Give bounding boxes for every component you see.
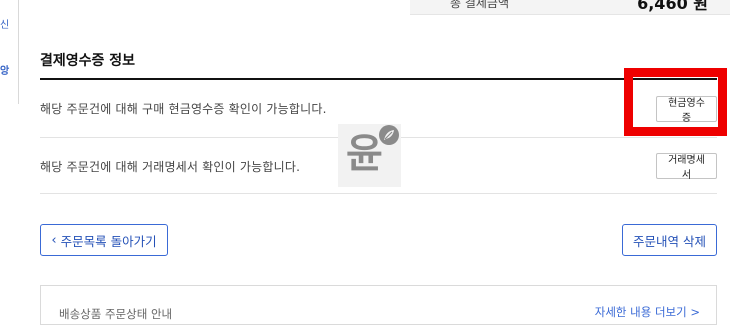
shipping-status-info: 배송상품 주문상태 안내 자세한 내용 더보기 > xyxy=(40,285,717,325)
total-label: 총 결제금액 xyxy=(450,0,510,10)
info-title: 배송상품 주문상태 안내 xyxy=(59,307,173,321)
highlight-box xyxy=(624,68,727,136)
statement-text: 해당 주문건에 대해 거래명세서 확인이 가능합니다. xyxy=(40,160,301,174)
back-to-order-list-button[interactable]: ‹ 주문목록 돌아가기 xyxy=(40,224,168,256)
back-button-label: 주문목록 돌아가기 xyxy=(60,233,157,249)
section-title: 결제영수증 정보 xyxy=(40,53,136,69)
info-more-link[interactable]: 자세한 내용 더보기 > xyxy=(595,304,700,320)
row-divider xyxy=(40,193,717,194)
section-divider xyxy=(40,78,717,80)
watermark: 윤 xyxy=(338,124,401,187)
delete-order-button[interactable]: 주문내역 삭제 xyxy=(622,224,717,256)
total-amount: 6,460 원 xyxy=(637,0,708,13)
cash-receipt-text: 해당 주문건에 대해 구매 현금영수증 확인이 가능합니다. xyxy=(40,102,327,116)
leaf-icon xyxy=(379,125,399,145)
transaction-statement-button[interactable]: 거래명세서 xyxy=(656,153,717,181)
sidebar-link-fragment[interactable]: 신 xyxy=(0,16,9,31)
chevron-left-icon: ‹ xyxy=(51,232,57,248)
total-summary: 총 결제금액 6,460 원 xyxy=(410,0,730,15)
sidebar-link-fragment-2[interactable]: 앙 xyxy=(0,62,9,77)
